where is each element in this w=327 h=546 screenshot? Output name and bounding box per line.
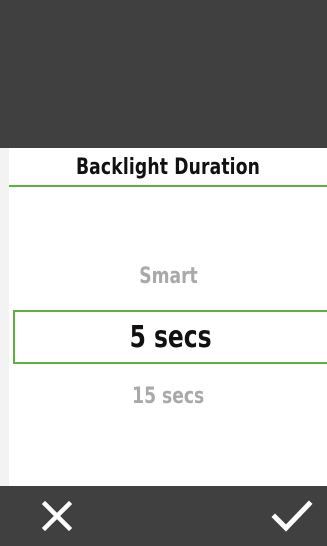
checkmark-icon — [271, 500, 313, 532]
option-15-secs[interactable]: 15 secs — [9, 379, 327, 413]
bottom-toolbar — [0, 486, 327, 546]
title-divider — [9, 185, 327, 187]
confirm-button[interactable] — [257, 486, 327, 546]
close-icon — [41, 500, 73, 532]
option-label: 15 secs — [131, 383, 205, 409]
option-smart[interactable]: Smart — [9, 259, 327, 293]
left-edge — [0, 148, 9, 486]
option-label: 5 secs — [129, 319, 213, 355]
option-5-secs[interactable]: 5 secs — [13, 310, 327, 364]
cancel-button[interactable] — [22, 486, 92, 546]
device-screen: Backlight Duration Smart 5 secs 15 secs — [0, 0, 327, 546]
option-label: Smart — [138, 263, 198, 289]
top-panel — [0, 0, 327, 148]
page-title: Backlight Duration — [75, 154, 261, 180]
